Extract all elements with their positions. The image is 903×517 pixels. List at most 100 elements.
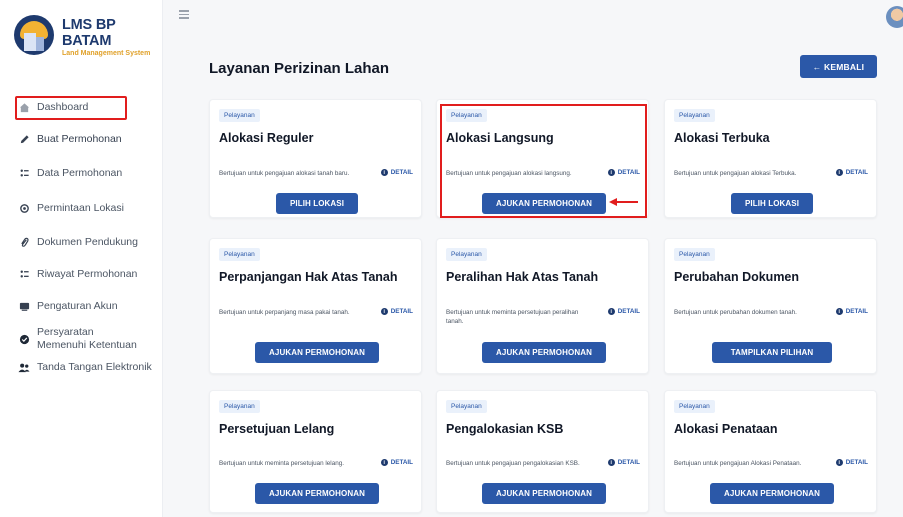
history-icon bbox=[18, 268, 30, 280]
service-badge: Pelayanan bbox=[219, 248, 260, 261]
sidebar-item-riwayat-permohonan[interactable]: Riwayat Permohonan bbox=[18, 265, 137, 283]
card-action-button[interactable]: AJUKAN PERMOHONAN bbox=[255, 483, 379, 504]
detail-label: DETAIL bbox=[617, 308, 640, 315]
card-description: Bertujuan untuk perpanjang masa pakai ta… bbox=[219, 309, 350, 316]
service-badge: Pelayanan bbox=[674, 109, 715, 122]
service-card: Pelayanan Persetujuan Lelang Bertujuan unt… bbox=[209, 390, 422, 513]
info-icon: i bbox=[380, 459, 388, 466]
logo-emblem-icon bbox=[14, 15, 54, 55]
card-title: Perubahan Dokumen bbox=[674, 270, 800, 284]
logo-subtitle: Land Management System bbox=[62, 50, 151, 57]
detail-label: DETAIL bbox=[390, 169, 413, 176]
detail-label: DETAIL bbox=[845, 169, 868, 176]
detail-label: DETAIL bbox=[617, 459, 640, 466]
sidebar-item-dokumen-pendukung[interactable]: Dokumen Pendukung bbox=[18, 233, 138, 251]
user-avatar[interactable] bbox=[886, 6, 903, 28]
card-action-button[interactable]: AJUKAN PERMOHONAN bbox=[255, 342, 379, 363]
sidebar-item-permintaan-lokasi[interactable]: Permintaan Lokasi bbox=[18, 199, 124, 217]
detail-link[interactable]: i DETAIL bbox=[380, 169, 413, 176]
sidebar-item-dashboard[interactable]: Dashboard bbox=[18, 98, 88, 116]
detail-label: DETAIL bbox=[390, 459, 413, 466]
card-title: Alokasi Reguler bbox=[219, 131, 314, 145]
detail-link[interactable]: i DETAIL bbox=[380, 308, 413, 315]
card-action-button[interactable]: PILIH LOKASI bbox=[731, 193, 813, 214]
logo-title: LMS BP BATAM bbox=[62, 17, 116, 49]
detail-label: DETAIL bbox=[845, 459, 868, 466]
card-action-button[interactable]: TAMPILKAN PILIHAN bbox=[712, 342, 832, 363]
card-description: Bertujuan untuk perubahan dokumen tanah. bbox=[674, 309, 797, 316]
account-settings-icon bbox=[18, 300, 30, 312]
sidebar-item-data-permohonan[interactable]: Data Permohonan bbox=[18, 164, 122, 182]
card-action-button[interactable]: AJUKAN PERMOHONAN bbox=[482, 483, 606, 504]
card-description: Bertujuan untuk pengajuan pengalokasian … bbox=[446, 460, 580, 467]
card-title: Alokasi Terbuka bbox=[674, 131, 770, 145]
annotation-arrow-icon bbox=[609, 198, 638, 206]
home-icon bbox=[18, 101, 30, 113]
sidebar-item-label: Persyaratan Memenuhi Ketentuan bbox=[37, 326, 137, 351]
card-description: Bertujuan untuk pengajuan alokasi tanah … bbox=[219, 170, 350, 177]
service-badge: Pelayanan bbox=[446, 400, 487, 413]
sidebar-item-label: Tanda Tangan Elektronik bbox=[37, 361, 152, 373]
detail-label: DETAIL bbox=[390, 308, 413, 315]
sidebar-item-label: Buat Permohonan bbox=[37, 133, 122, 145]
service-badge: Pelayanan bbox=[219, 400, 260, 413]
card-title: Alokasi Penataan bbox=[674, 422, 778, 436]
service-card: Pelayanan Alokasi Terbuka Bertujuan untuk … bbox=[664, 99, 877, 218]
detail-link[interactable]: i DETAIL bbox=[835, 169, 868, 176]
pencil-icon bbox=[18, 133, 30, 145]
sidebar: LMS BP BATAM Land Management System Dash… bbox=[0, 0, 163, 517]
sidebar-item-label: Pengaturan Akun bbox=[37, 300, 118, 312]
card-description: Bertujuan untuk pengajuan Alokasi Penata… bbox=[674, 460, 802, 467]
paperclip-icon bbox=[18, 236, 30, 248]
card-action-button[interactable]: PILIH LOKASI bbox=[276, 193, 358, 214]
info-icon: i bbox=[380, 169, 388, 176]
card-action-button[interactable]: AJUKAN PERMOHONAN bbox=[482, 342, 606, 363]
info-icon: i bbox=[835, 308, 843, 315]
detail-link[interactable]: i DETAIL bbox=[607, 308, 640, 315]
service-card: Pelayanan Perpanjangan Hak Atas Tanah Bert… bbox=[209, 238, 422, 374]
location-icon bbox=[18, 202, 30, 214]
card-title: Persetujuan Lelang bbox=[219, 422, 335, 436]
back-button[interactable]: ← KEMBALI bbox=[800, 55, 877, 78]
info-icon: i bbox=[380, 308, 388, 315]
app-logo[interactable]: LMS BP BATAM Land Management System bbox=[14, 10, 164, 60]
service-card: Pelayanan Alokasi Reguler Bertujuan untuk … bbox=[209, 99, 422, 218]
sidebar-item-buat-permohonan[interactable]: Buat Permohonan bbox=[18, 130, 122, 148]
card-title: Perpanjangan Hak Atas Tanah bbox=[219, 270, 398, 284]
service-badge: Pelayanan bbox=[674, 400, 715, 413]
detail-link[interactable]: i DETAIL bbox=[607, 459, 640, 466]
check-circle-icon bbox=[18, 333, 30, 345]
detail-link[interactable]: i DETAIL bbox=[835, 308, 868, 315]
card-title: Pengalokasian KSB bbox=[446, 422, 564, 436]
info-icon: i bbox=[835, 459, 843, 466]
service-card: Pelayanan Perubahan Dokumen Bertujuan untu… bbox=[664, 238, 877, 374]
service-badge: Pelayanan bbox=[219, 109, 260, 122]
sidebar-item-label: Permintaan Lokasi bbox=[37, 202, 124, 214]
service-card: Pelayanan Peralihan Hak Atas Tanah Bertuju… bbox=[436, 238, 649, 374]
service-card: Pelayanan Pengalokasian KSB Bertujuan untu… bbox=[436, 390, 649, 513]
info-icon: i bbox=[607, 459, 615, 466]
detail-link[interactable]: i DETAIL bbox=[380, 459, 413, 466]
sidebar-item-tanda-tangan-elektronik[interactable]: Tanda Tangan Elektronik bbox=[18, 358, 152, 376]
sidebar-item-label: Dokumen Pendukung bbox=[37, 236, 138, 248]
info-icon: i bbox=[607, 308, 615, 315]
sidebar-item-label: Dashboard bbox=[37, 101, 89, 113]
list-icon bbox=[18, 167, 30, 179]
card-description: Bertujuan untuk meminta persetujuan pera… bbox=[446, 309, 579, 325]
users-icon bbox=[18, 361, 30, 373]
service-card: Pelayanan Alokasi Penataan Bertujuan untuk… bbox=[664, 390, 877, 513]
card-description: Bertujuan untuk pengajuan alokasi Terbuk… bbox=[674, 170, 797, 177]
sidebar-item-pengaturan-akun[interactable]: Pengaturan Akun bbox=[18, 297, 118, 315]
info-icon: i bbox=[835, 169, 843, 176]
page-title: Layanan Perizinan Lahan bbox=[209, 60, 390, 77]
hamburger-menu-icon[interactable] bbox=[179, 10, 189, 19]
sidebar-item-persyaratan[interactable]: Persyaratan Memenuhi Ketentuan bbox=[18, 324, 142, 354]
service-badge: Pelayanan bbox=[674, 248, 715, 261]
card-description: Bertujuan untuk meminta persetujuan lela… bbox=[219, 460, 344, 467]
detail-link[interactable]: i DETAIL bbox=[835, 459, 868, 466]
service-badge: Pelayanan bbox=[446, 248, 487, 261]
card-action-button[interactable]: AJUKAN PERMOHONAN bbox=[710, 483, 834, 504]
card-title: Peralihan Hak Atas Tanah bbox=[446, 270, 599, 284]
sidebar-item-label: Data Permohonan bbox=[37, 167, 123, 179]
sidebar-item-label: Riwayat Permohonan bbox=[37, 268, 138, 280]
